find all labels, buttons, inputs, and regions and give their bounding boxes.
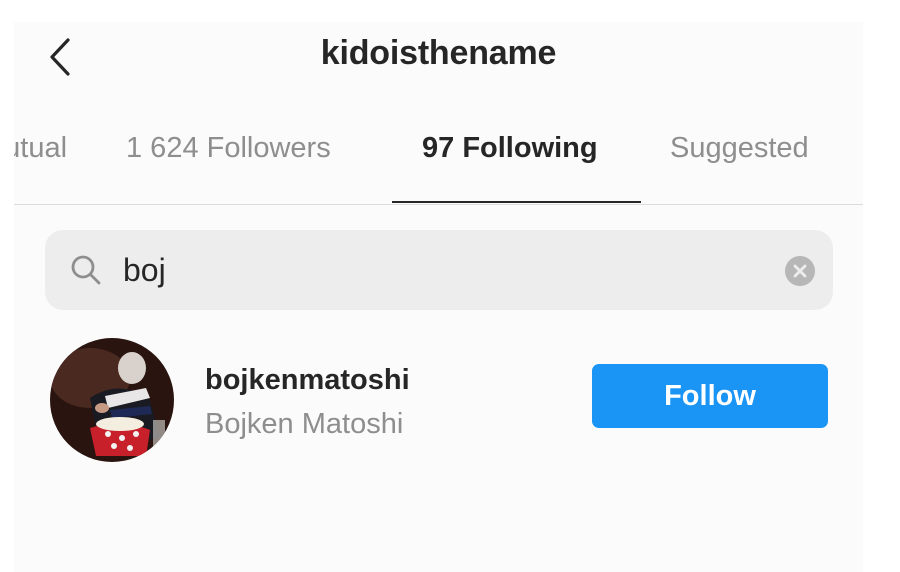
search-bar[interactable] bbox=[45, 230, 833, 310]
tab-suggested[interactable]: Suggested bbox=[670, 132, 809, 165]
following-screen: kidoisthename Mutual 1 624 Followers 97 … bbox=[14, 22, 863, 572]
clear-circle-icon[interactable] bbox=[784, 255, 816, 287]
tab-followers[interactable]: 1 624 Followers bbox=[126, 132, 331, 165]
profile-photo bbox=[50, 338, 174, 462]
list-item[interactable]: bojkenmatoshi Bojken Matoshi Follow bbox=[50, 338, 840, 462]
search-input[interactable] bbox=[123, 244, 763, 296]
result-username[interactable]: bojkenmatoshi bbox=[205, 364, 410, 397]
tab-bar: Mutual 1 624 Followers 97 Following Sugg… bbox=[14, 112, 863, 205]
active-tab-indicator bbox=[392, 201, 641, 203]
tab-following[interactable]: 97 Following bbox=[422, 132, 598, 165]
tab-mutual[interactable]: Mutual bbox=[14, 132, 67, 165]
avatar[interactable] bbox=[50, 338, 174, 462]
search-icon bbox=[71, 255, 101, 285]
header: kidoisthename bbox=[14, 22, 863, 94]
page-title: kidoisthename bbox=[320, 34, 557, 72]
result-full-name: Bojken Matoshi bbox=[205, 408, 404, 440]
follow-button[interactable]: Follow bbox=[592, 364, 828, 428]
